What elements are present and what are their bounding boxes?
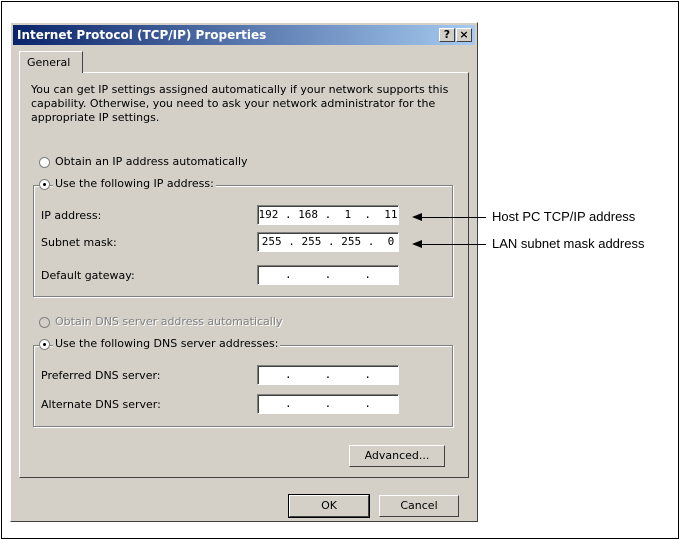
subnet-mask-input[interactable]: 255 . 255 . 255 . 0 [257, 232, 399, 252]
close-button[interactable]: × [456, 28, 472, 42]
preferred-dns-label: Preferred DNS server: [41, 369, 161, 382]
lan-subnet-callout-text: LAN subnet mask address [492, 236, 645, 251]
description-text: You can get IP settings assigned automat… [31, 83, 449, 124]
lan-subnet-callout-line [420, 244, 486, 245]
use-following-ip-radio[interactable] [39, 179, 50, 190]
tcpip-properties-dialog: Internet Protocol (TCP/IP) Properties ? … [10, 22, 478, 522]
obtain-dns-label: Obtain DNS server address automatically [55, 315, 283, 328]
dns-server-group [33, 345, 453, 427]
cancel-button[interactable]: Cancel [379, 495, 459, 517]
host-pc-callout-line [420, 217, 486, 218]
default-gateway-input[interactable]: . . . [257, 265, 399, 285]
obtain-dns-radio[interactable] [39, 317, 50, 328]
advanced-button[interactable]: Advanced... [349, 445, 445, 467]
obtain-ip-label: Obtain an IP address automatically [55, 155, 248, 168]
preferred-dns-input[interactable]: . . . [257, 365, 399, 385]
use-following-dns-label: Use the following DNS server addresses: [53, 337, 281, 350]
use-following-ip-label: Use the following IP address: [53, 177, 216, 190]
ok-button[interactable]: OK [288, 494, 370, 518]
alternate-dns-input[interactable]: . . . [257, 394, 399, 414]
obtain-ip-radio[interactable] [39, 157, 50, 168]
ip-address-input[interactable]: 192 . 168 . 1 . 11 [257, 205, 399, 225]
use-following-dns-radio[interactable] [39, 339, 50, 350]
help-button[interactable]: ? [439, 28, 455, 42]
host-pc-callout-text: Host PC TCP/IP address [492, 209, 636, 224]
dialog-title: Internet Protocol (TCP/IP) Properties [17, 28, 267, 42]
alternate-dns-label: Alternate DNS server: [41, 398, 161, 411]
tab-general-label: General [27, 56, 71, 69]
ip-address-label: IP address: [41, 209, 102, 222]
title-bar[interactable]: Internet Protocol (TCP/IP) Properties ? … [13, 25, 475, 45]
subnet-mask-label: Subnet mask: [41, 236, 117, 249]
default-gateway-label: Default gateway: [41, 269, 135, 282]
tab-general[interactable]: General [19, 51, 83, 73]
